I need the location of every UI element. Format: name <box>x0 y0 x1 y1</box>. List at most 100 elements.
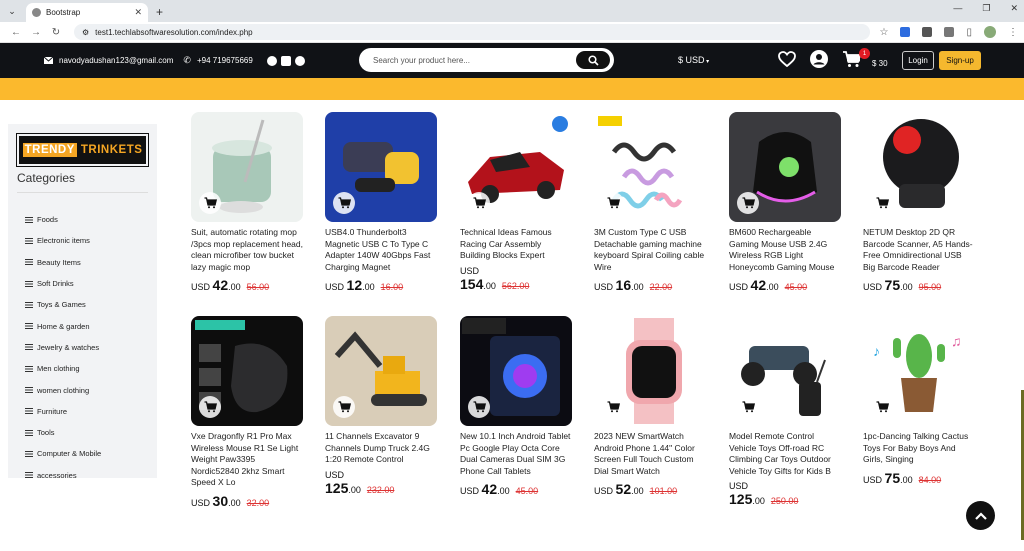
product-image[interactable] <box>325 112 437 222</box>
puzzle-extensions-icon[interactable] <box>944 27 955 37</box>
product-image[interactable] <box>729 112 841 222</box>
product-image[interactable]: ♪ ♫ <box>863 316 975 426</box>
product-name[interactable]: Technical Ideas Famous Racing Car Assemb… <box>460 227 572 262</box>
product-card[interactable]: 3M Custom Type C USB Detachable gaming m… <box>594 112 706 293</box>
url-field[interactable]: ⚙ test1.techlabsoftwaresolution.com/inde… <box>74 24 870 40</box>
product-name[interactable]: NETUM Desktop 2D QR Barcode Scanner, A5 … <box>863 227 975 273</box>
category-item[interactable]: Toys & Games <box>25 294 101 315</box>
category-item[interactable]: accessories <box>25 465 101 486</box>
category-item[interactable]: Beauty Items <box>25 252 101 273</box>
category-item[interactable]: Computer & Mobile <box>25 443 101 464</box>
product-card[interactable]: Vxe Dragonfly R1 Pro Max Wireless Mouse … <box>191 316 303 509</box>
product-name[interactable]: 2023 NEW SmartWatch Android Phone 1.44" … <box>594 431 706 477</box>
product-card[interactable]: 2023 NEW SmartWatch Android Phone 1.44" … <box>594 316 706 497</box>
product-card[interactable]: 11 Channels Excavator 9 Channels Dump Tr… <box>325 316 437 496</box>
browser-menu-icon[interactable]: ⋮ <box>1008 27 1018 38</box>
product-price: USD 75.00 95.00 <box>863 277 975 293</box>
camera-extension-icon[interactable] <box>922 27 933 37</box>
product-card[interactable]: BM600 Rechargeable Gaming Mouse USB 2.4G… <box>729 112 841 293</box>
product-name[interactable]: 3M Custom Type C USB Detachable gaming m… <box>594 227 706 273</box>
back-icon[interactable]: ← <box>6 27 26 38</box>
add-to-cart-button[interactable] <box>333 192 355 214</box>
category-item[interactable]: Soft Drinks <box>25 273 101 294</box>
sidebar-toggle-icon[interactable]: ▯ <box>966 27 972 38</box>
add-to-cart-button[interactable] <box>468 396 490 418</box>
add-to-cart-button[interactable] <box>871 192 893 214</box>
tab-close-icon[interactable]: ✕ <box>134 7 142 18</box>
product-name[interactable]: Vxe Dragonfly R1 Pro Max Wireless Mouse … <box>191 431 303 489</box>
maximize-icon[interactable]: ❐ <box>982 3 990 14</box>
reload-icon[interactable]: ↻ <box>46 27 66 38</box>
add-to-cart-button[interactable] <box>602 192 624 214</box>
product-card[interactable]: USB4.0 Thunderbolt3 Magnetic USB C To Ty… <box>325 112 437 293</box>
product-price: USD 125.00 250.00 <box>729 481 841 507</box>
product-image[interactable] <box>460 112 572 222</box>
category-item[interactable]: Foods <box>25 209 101 230</box>
product-name[interactable]: New 10.1 Inch Android Tablet Pc Google P… <box>460 431 572 477</box>
bookmark-star-icon[interactable]: ☆ <box>880 27 889 38</box>
search-input[interactable] <box>373 55 576 65</box>
profile-avatar[interactable] <box>984 26 996 38</box>
login-button[interactable]: Login <box>902 51 934 70</box>
forward-icon[interactable]: → <box>26 27 46 38</box>
add-to-cart-button[interactable] <box>602 396 624 418</box>
instagram-icon[interactable] <box>280 55 291 66</box>
add-to-cart-button[interactable] <box>468 192 490 214</box>
add-to-cart-button[interactable] <box>737 396 759 418</box>
brand-logo[interactable]: TRENDY TRINKETS <box>16 133 149 167</box>
browser-tab[interactable]: Bootstrap ✕ <box>26 3 148 22</box>
search-button[interactable] <box>576 51 610 69</box>
add-to-cart-button[interactable] <box>871 396 893 418</box>
signup-button[interactable]: Sign-up <box>939 51 981 70</box>
add-to-cart-button[interactable] <box>737 192 759 214</box>
wishlist-heart-icon[interactable] <box>778 51 796 67</box>
currency-dropdown[interactable]: $ USD ▾ <box>678 55 709 65</box>
product-card[interactable]: New 10.1 Inch Android Tablet Pc Google P… <box>460 316 572 497</box>
product-card[interactable]: Model Remote Control Vehicle Toys Off-ro… <box>729 316 841 507</box>
product-image[interactable] <box>594 112 706 222</box>
scroll-to-top-button[interactable] <box>966 501 995 530</box>
category-label: Home & garden <box>37 321 90 331</box>
product-name[interactable]: Model Remote Control Vehicle Toys Off-ro… <box>729 431 841 477</box>
product-card[interactable]: Suit, automatic rotating mop /3pcs mop r… <box>191 112 303 293</box>
product-name[interactable]: BM600 Rechargeable Gaming Mouse USB 2.4G… <box>729 227 841 273</box>
category-item[interactable]: Furniture <box>25 401 101 422</box>
add-to-cart-button[interactable] <box>199 396 221 418</box>
cart-button[interactable]: 1 $ 30 <box>842 48 888 68</box>
product-image[interactable] <box>729 316 841 426</box>
category-item[interactable]: Tools <box>25 422 101 443</box>
whatsapp-icon[interactable] <box>294 55 305 66</box>
minimize-icon[interactable]: — <box>953 3 962 14</box>
category-item[interactable]: Men clothing <box>25 358 101 379</box>
product-image[interactable] <box>325 316 437 426</box>
product-card[interactable]: ♪ ♫ 1pc-Dancing Talking Cactus Toys For Ba… <box>863 316 975 486</box>
close-window-icon[interactable]: ✕ <box>1010 3 1018 14</box>
product-name[interactable]: Suit, automatic rotating mop /3pcs mop r… <box>191 227 303 273</box>
facebook-icon[interactable] <box>266 55 277 66</box>
account-user-icon[interactable] <box>810 50 828 68</box>
product-image[interactable] <box>191 316 303 426</box>
product-image[interactable] <box>863 112 975 222</box>
tab-search-icon[interactable]: ⌄ <box>4 3 20 19</box>
category-item[interactable]: Home & garden <box>25 315 101 336</box>
category-item[interactable]: women clothing <box>25 379 101 400</box>
new-tab-icon[interactable]: + <box>156 5 163 19</box>
site-info-icon[interactable]: ⚙ <box>82 28 89 37</box>
product-image[interactable] <box>594 316 706 426</box>
product-card[interactable]: Technical Ideas Famous Racing Car Assemb… <box>460 112 572 292</box>
product-image[interactable] <box>460 316 572 426</box>
categories-heading: Categories <box>17 171 76 185</box>
product-name[interactable]: 11 Channels Excavator 9 Channels Dump Tr… <box>325 431 437 466</box>
product-name[interactable]: USB4.0 Thunderbolt3 Magnetic USB C To Ty… <box>325 227 437 273</box>
category-item[interactable]: Electronic items <box>25 230 101 251</box>
add-to-cart-button[interactable] <box>333 396 355 418</box>
category-item[interactable]: Jewelry & watches <box>25 337 101 358</box>
add-to-cart-button[interactable] <box>199 192 221 214</box>
category-label: Toys & Games <box>37 300 86 310</box>
product-card[interactable]: NETUM Desktop 2D QR Barcode Scanner, A5 … <box>863 112 975 293</box>
old-price: 56.00 <box>246 282 270 293</box>
product-image[interactable] <box>191 112 303 222</box>
category-label: Electronic items <box>37 236 90 246</box>
extension-icon[interactable] <box>900 27 911 37</box>
product-name[interactable]: 1pc-Dancing Talking Cactus Toys For Baby… <box>863 431 975 466</box>
